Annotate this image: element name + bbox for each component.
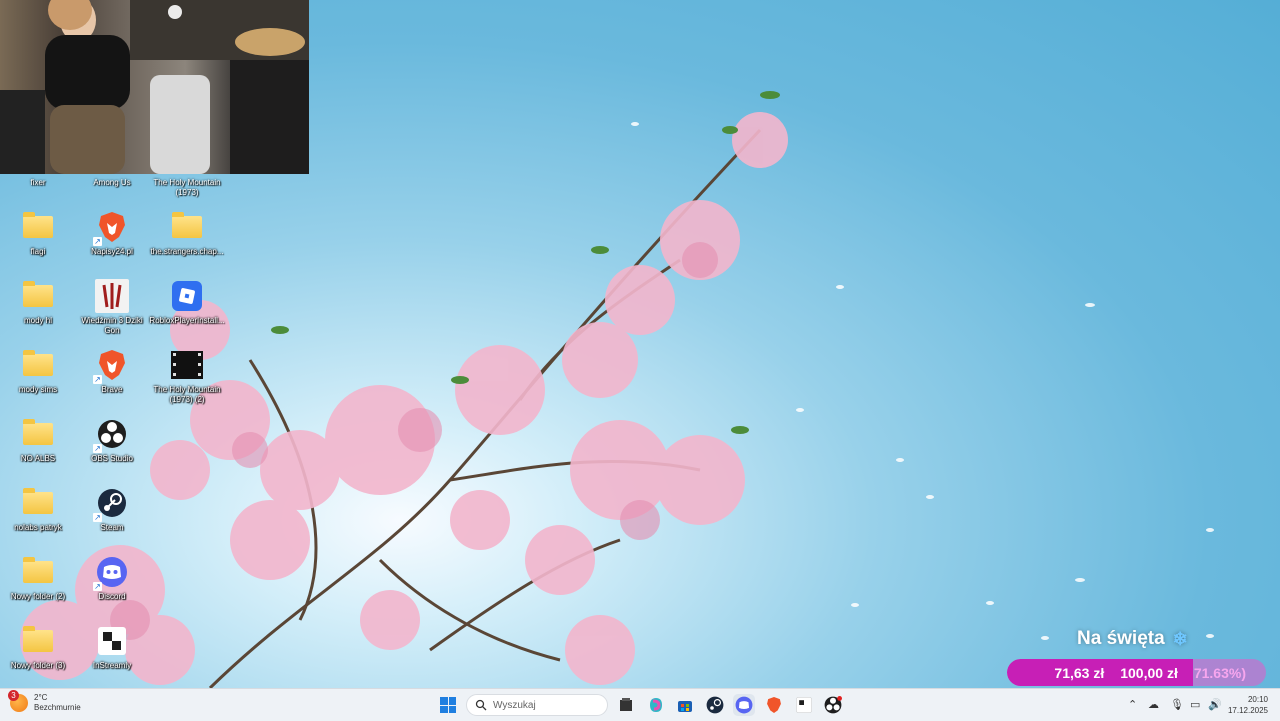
weather-widget[interactable]: 3 2°C Bezchmurnie [8,690,81,713]
file-explorer-icon [620,698,632,711]
folder-icon [23,488,53,514]
taskbar-copilot[interactable] [645,694,667,716]
volume-icon[interactable]: 🔊 [1208,698,1222,711]
clock-time: 20:10 [1247,695,1268,704]
desktop-icon-discord[interactable]: ↗ Discord [74,555,150,602]
clock-date: 17.12.2025 [1227,706,1268,715]
video-file-icon [171,351,203,379]
steam-icon [706,696,724,714]
shortcut-arrow-icon: ↗ [93,237,102,246]
taskbar-obs[interactable] [822,694,844,716]
desktop-icon-label: RobloxPlayerInstall... [149,316,225,325]
desktop-icon-the-strangers[interactable]: the.strangers.chap... [149,210,225,257]
desktop-icon-label: OBS Studio [91,454,133,463]
brave-icon [767,697,781,713]
microphone-icon[interactable]: 🎙 [1170,698,1184,711]
desktop-icon-label: Steam [100,523,124,532]
network-cloud-icon[interactable]: ☁ [1148,698,1159,711]
desktop-icon-steam[interactable]: ↗ Steam [74,486,150,533]
desktop-icon-label: NO ALBS [20,454,56,463]
desktop-icon-brave[interactable]: ↗ Brave [74,348,150,395]
webcam-feed-image [0,0,309,174]
folder-icon [23,212,53,238]
copilot-icon [650,698,662,712]
discord-icon [735,696,753,714]
desktop-icon-roblox-installer[interactable]: RobloxPlayerInstall... [149,279,225,326]
desktop-icon-obs-studio[interactable]: ↗ OBS Studio [74,417,150,464]
desktop-icon-mody-sims[interactable]: mody sims [0,348,76,395]
taskbar-steam[interactable] [704,694,726,716]
weather-notification-badge: 3 [8,690,19,701]
desktop-icon-label: Brave [101,385,123,394]
desktop-icon-holy-mountain-2[interactable]: The Holy Mountain (1973) (2) [149,348,225,405]
donation-current-amount: 71,63 zł [1054,664,1105,681]
donation-progress-bar: 71,63 zł 100,00 zł 71.63%) [1007,659,1266,686]
desktop-icon-nowy-folder-3[interactable]: Nowy folder (3) [0,624,76,671]
instreamly-icon [796,697,812,713]
desktop-icon-wiedzmin-3[interactable]: Wiedźmin 3 Dziki Gon [74,279,150,336]
shortcut-arrow-icon: ↗ [93,513,102,522]
folder-icon [23,281,53,307]
taskbar: 3 2°C Bezchmurnie Wyszukaj ⌃ ☁ 🎙 ▭ 🔊 20:… [0,688,1280,721]
folder-icon [23,419,53,445]
desktop-icon-label: Wiedźmin 3 Dziki Gon [81,316,143,335]
desktop-icon-label: flagi [30,247,46,256]
weather-temperature: 2°C [34,693,48,702]
taskbar-instreamly[interactable] [793,694,815,716]
desktop-icon-instreamly[interactable]: InStreamly [74,624,150,671]
desktop-icon-label: nolabs patryk [14,523,62,532]
shortcut-arrow-icon: ↗ [93,582,102,591]
desktop-icon-mody-hl[interactable]: mody hl [0,279,76,326]
desktop-icon-label: Nowy folder (2) [10,592,66,601]
desktop-icon-label: Napisy24.pl [91,247,133,256]
folder-icon [23,626,53,652]
desktop-icon-label: the.strangers.chap... [150,247,224,256]
desktop-icon-label: mody sims [18,385,58,394]
desktop-icon-label-among-us[interactable]: Among Us [74,178,150,188]
system-clock[interactable]: 20:10 17.12.2025 [1228,694,1268,716]
desktop-icon-label: Discord [98,592,126,601]
donation-goal-amount: 100,00 zł [1120,664,1178,681]
desktop-icon-label: mody hl [23,316,52,325]
desktop-icon-label-holy-mountain[interactable]: The Holy Mountain (1973) [149,178,225,198]
taskbar-discord[interactable] [733,694,755,716]
witcher-icon [102,283,122,309]
start-button[interactable] [440,697,456,713]
display-icon[interactable]: ▭ [1190,698,1200,711]
taskbar-search-box[interactable]: Wyszukaj [466,694,608,716]
windows-logo-icon [440,697,448,705]
folder-icon [23,557,53,583]
store-icon [678,701,692,712]
taskbar-brave[interactable] [763,694,785,716]
roblox-icon [172,281,202,311]
weather-sun-icon: 3 [8,690,28,712]
instreamly-icon [98,627,126,655]
desktop-icon-label: Nowy folder (3) [10,661,66,670]
taskbar-file-explorer[interactable] [615,694,637,716]
shortcut-arrow-icon: ↗ [93,444,102,453]
donation-title-text: Na święta [1077,628,1165,649]
weather-description: Bezchmurnie [34,703,81,712]
obs-icon [824,696,842,714]
desktop-icon-no-albs[interactable]: NO ALBS [0,417,76,464]
search-icon [475,699,487,711]
desktop-icon-nowy-folder-2[interactable]: Nowy folder (2) [0,555,76,602]
shortcut-arrow-icon: ↗ [93,375,102,384]
desktop-icon-label: The Holy Mountain (1973) (2) [153,385,221,404]
snowflake-icon: ❄ [1172,628,1188,649]
desktop-icon-napisy24[interactable]: ↗ Napisy24.pl [74,210,150,257]
donation-goal-title: Na święta ❄ [1077,628,1188,650]
desktop-icon-flagi[interactable]: flagi [0,210,76,257]
folder-icon [172,212,202,238]
chevron-up-icon[interactable]: ⌃ [1128,698,1137,711]
desktop-icon-label-fixer[interactable]: fixer [0,178,76,188]
folder-icon [23,350,53,376]
search-placeholder: Wyszukaj [493,699,536,711]
donation-percent: 71.63%) [1193,664,1246,681]
taskbar-store[interactable] [674,694,696,716]
desktop-icon-label: InStreamly [92,661,132,670]
webcam-overlay [0,0,309,174]
desktop-icon-nolabs-patryk[interactable]: nolabs patryk [0,486,76,533]
